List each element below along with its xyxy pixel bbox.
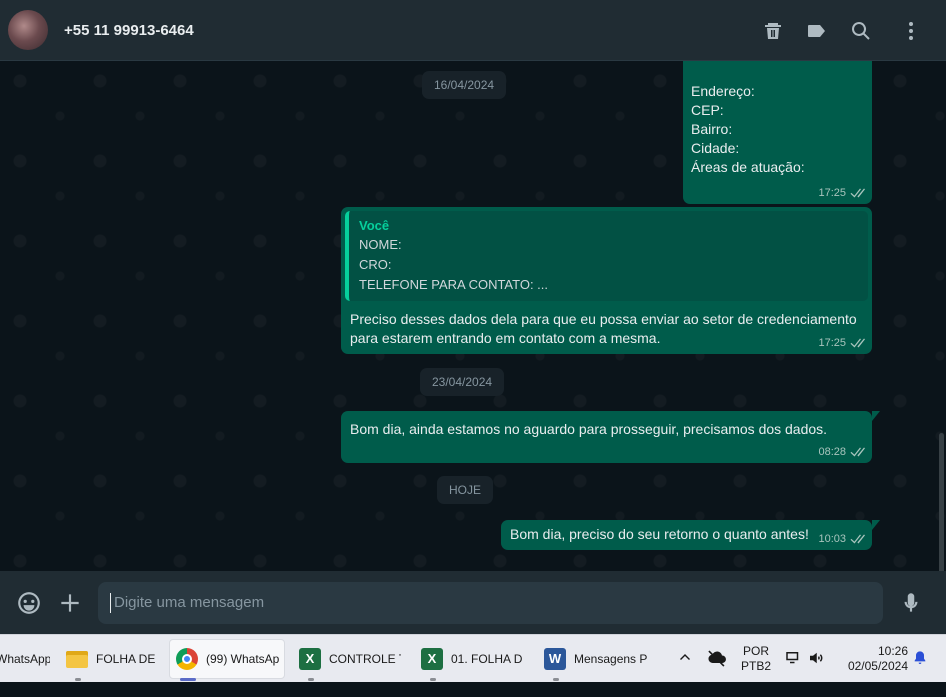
double-check-icon	[850, 534, 865, 543]
chrome-icon	[176, 648, 198, 670]
quoted-message[interactable]: Você NOME: CRO: TELEFONE PARA CONTATO: .…	[345, 211, 868, 301]
contact-avatar[interactable]	[8, 10, 48, 50]
message-time: 10:03	[818, 533, 846, 545]
message-time: 17:25	[818, 187, 846, 199]
message-line: para estarem entrando em contato com a m…	[350, 330, 661, 346]
microphone-icon[interactable]	[898, 590, 924, 616]
language-code: POR	[742, 644, 769, 658]
delete-icon[interactable]	[761, 19, 785, 43]
taskbar-item-whatsapp[interactable]: WhatsApp	[0, 639, 50, 679]
quote-line: TELEFONE PARA CONTATO: ...	[359, 277, 549, 292]
cloud-offline-icon[interactable]	[706, 648, 728, 695]
chat-scrollbar[interactable]	[939, 433, 944, 571]
clock-time: 10:26	[877, 644, 908, 658]
chevron-up-icon[interactable]	[677, 649, 693, 696]
chat-area: 16/04/2024 Endereço: CEP: Bairro: Cidade…	[0, 61, 946, 571]
attach-plus-icon[interactable]	[57, 590, 83, 616]
date-divider: 23/04/2024	[420, 368, 505, 396]
date-divider: 16/04/2024	[422, 71, 507, 99]
date-divider: HOJE	[437, 476, 494, 504]
message-meta: 10:03	[818, 533, 865, 545]
clock-date: 02/05/2024	[847, 659, 908, 673]
message-time: 08:28	[818, 446, 846, 458]
message-input[interactable]: Digite uma mensagem	[98, 582, 883, 624]
taskbar-item-folder[interactable]: FOLHA DE	[66, 639, 158, 679]
taskbar-item-chrome[interactable]: (99) WhatsAp	[169, 639, 285, 679]
double-check-icon	[850, 188, 865, 197]
message-bubble[interactable]: Bom dia, preciso do seu retorno o quanto…	[501, 520, 880, 550]
taskbar-item-label: FOLHA DE	[96, 652, 156, 666]
taskbar-item-label: Mensagens P	[574, 652, 648, 666]
message-composer: Digite uma mensagem	[0, 571, 946, 634]
input-language[interactable]: POR PTB2	[738, 644, 774, 691]
taskbar-item-label: 01. FOLHA DE	[451, 652, 523, 666]
double-check-icon	[850, 338, 865, 347]
quote-line: CRO:	[359, 257, 392, 272]
taskbar-item-excel-2[interactable]: X 01. FOLHA DE	[421, 639, 523, 679]
contact-name[interactable]: +55 11 99913-6464	[64, 22, 194, 39]
taskbar-item-excel-1[interactable]: X CONTROLE T	[299, 639, 401, 679]
emoji-icon[interactable]	[16, 590, 42, 616]
message-line: Preciso desses dados dela para que eu po…	[350, 311, 857, 327]
message-line: CEP:	[691, 102, 724, 118]
message-bubble[interactable]: Você NOME: CRO: TELEFONE PARA CONTATO: .…	[341, 207, 872, 354]
message-meta: 17:25	[818, 337, 865, 349]
message-bubble[interactable]: Endereço: CEP: Bairro: Cidade: Áreas de …	[683, 61, 872, 204]
menu-icon[interactable]	[899, 19, 923, 43]
label-icon[interactable]	[805, 19, 829, 43]
message-meta: 08:28	[818, 446, 865, 458]
excel-icon: X	[299, 648, 321, 670]
message-line: Áreas de atuação:	[691, 159, 805, 175]
excel-icon: X	[421, 648, 443, 670]
search-icon[interactable]	[849, 19, 873, 43]
taskbar-item-label: CONTROLE T	[329, 652, 401, 666]
message-line: Cidade:	[691, 140, 740, 156]
clock[interactable]: 10:26 02/05/2024	[838, 644, 908, 691]
network-icon[interactable]	[783, 649, 803, 696]
taskbar-item-word[interactable]: W Mensagens P	[544, 639, 648, 679]
message-bubble[interactable]: Bom dia, ainda estamos no aguardo para p…	[341, 411, 880, 463]
keyboard-layout: PTB2	[740, 659, 771, 673]
double-check-icon	[850, 447, 865, 456]
quote-author: Você	[359, 218, 390, 233]
folder-icon	[66, 650, 88, 668]
taskbar-item-label: WhatsApp	[0, 652, 50, 666]
quote-line: NOME:	[359, 237, 402, 252]
message-line: Endereço:	[691, 83, 755, 99]
message-line: Bairro:	[691, 121, 733, 137]
message-line: Bom dia, ainda estamos no aguardo para p…	[350, 421, 828, 437]
word-icon: W	[544, 648, 566, 670]
message-line: Bom dia, preciso do seu retorno o quanto…	[510, 526, 809, 542]
bubble-tail	[872, 411, 880, 421]
message-time: 17:25	[818, 337, 846, 349]
taskbar-item-label: (99) WhatsAp	[206, 652, 280, 666]
chat-header: +55 11 99913-6464	[0, 0, 946, 61]
message-meta: 17:25	[818, 187, 865, 199]
bubble-tail	[872, 520, 880, 530]
windows-taskbar: WhatsApp FOLHA DE (99) WhatsAp X CONTROL…	[0, 634, 946, 682]
notification-bell-icon[interactable]	[911, 650, 929, 697]
volume-icon[interactable]	[806, 649, 826, 696]
